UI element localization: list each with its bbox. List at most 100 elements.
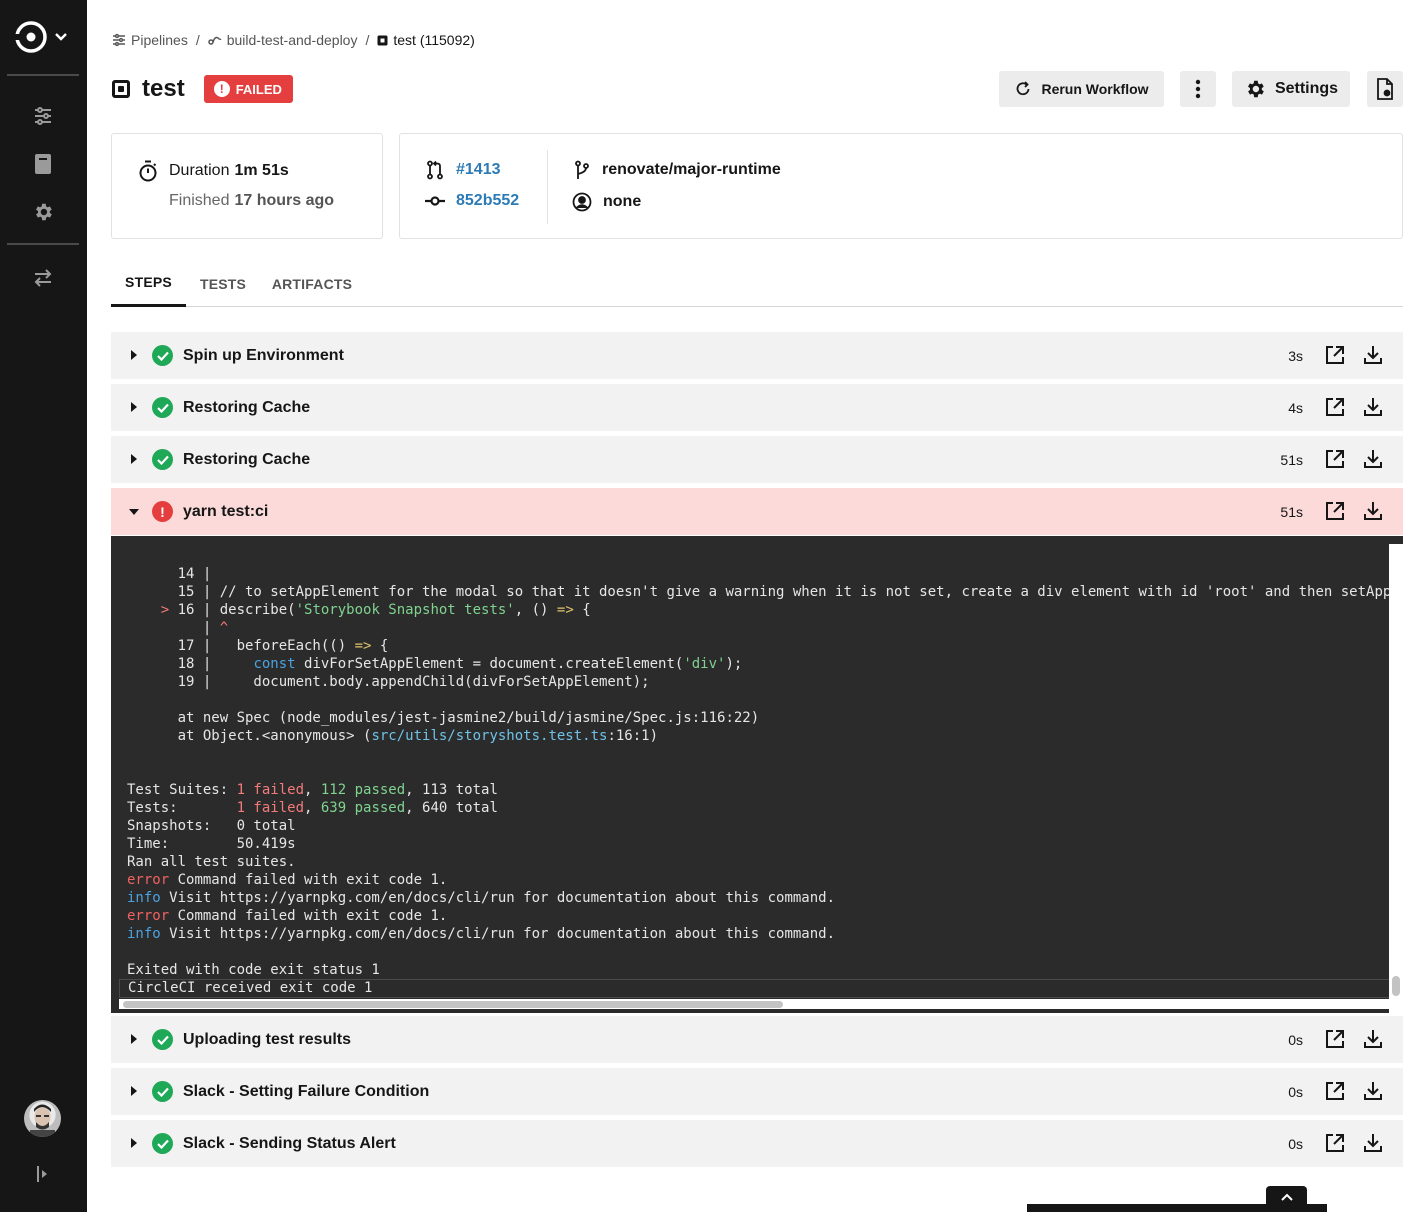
step-duration: 51s	[1280, 503, 1303, 520]
collapse-caret-icon[interactable]	[129, 509, 139, 515]
breadcrumb-separator: /	[365, 32, 370, 48]
tab-artifacts[interactable]: ARTIFACTS	[268, 260, 356, 307]
tab-steps[interactable]: STEPS	[111, 260, 186, 307]
open-in-new-icon[interactable]	[1324, 448, 1346, 470]
step-name: Uploading test results	[183, 1030, 352, 1048]
download-icon[interactable]	[1362, 344, 1384, 366]
author-row: none	[572, 192, 641, 212]
sidebar-divider	[7, 74, 79, 76]
settings-label: Settings	[1274, 80, 1339, 97]
check-circle-icon	[152, 1029, 173, 1050]
alert-icon: !	[213, 81, 230, 97]
log-line: Snapshots: 0 total	[127, 818, 296, 834]
open-in-new-icon[interactable]	[1324, 1080, 1346, 1102]
step-row[interactable]: Slack - Setting Failure Condition 0s	[111, 1068, 1403, 1115]
step-name: yarn test:ci	[183, 502, 269, 520]
duration-card: Duration 1m 51s Finished 17 hours ago	[111, 133, 383, 239]
step-row[interactable]: Spin up Environment 3s	[111, 332, 1403, 379]
horizontal-scrollbar[interactable]	[123, 1001, 783, 1008]
expand-caret-icon[interactable]	[131, 1034, 137, 1044]
pipelines-icon[interactable]	[31, 104, 55, 128]
rerun-workflow-button[interactable]: Rerun Workflow	[999, 71, 1164, 107]
pipelines-icon	[113, 33, 125, 47]
expand-caret-icon[interactable]	[131, 350, 137, 360]
expand-drawer-button[interactable]	[1266, 1186, 1307, 1208]
error-circle-icon: !	[152, 501, 173, 522]
collapse-sidebar-icon[interactable]	[31, 1162, 55, 1186]
breadcrumb-label: Pipelines	[131, 32, 188, 48]
check-circle-icon	[152, 1133, 173, 1154]
more-options-button[interactable]	[1180, 71, 1216, 107]
duration-value: 1m 51s	[234, 162, 289, 179]
settings-icon[interactable]	[31, 200, 55, 224]
branch-name: renovate/major-runtime	[602, 161, 781, 178]
log-line: at Object.<anonymous> (src/utils/storysh…	[127, 728, 659, 744]
expand-caret-icon[interactable]	[131, 402, 137, 412]
vertical-scrollbar[interactable]	[1392, 976, 1400, 996]
step-name: Restoring Cache	[183, 398, 311, 416]
step-name: Restoring Cache	[183, 450, 311, 468]
expand-caret-icon[interactable]	[131, 1086, 137, 1096]
step-duration: 0s	[1288, 1083, 1303, 1100]
pull-request-link[interactable]: #1413	[456, 161, 501, 179]
step-duration: 4s	[1288, 399, 1303, 416]
breadcrumb-workflow[interactable]: build-test-and-deploy	[207, 32, 357, 48]
log-line: Ran all test suites.	[127, 854, 296, 870]
download-icon[interactable]	[1362, 1132, 1384, 1154]
avatar[interactable]	[24, 1100, 61, 1137]
sidebar-divider	[7, 243, 79, 245]
open-in-new-icon[interactable]	[1324, 1132, 1346, 1154]
job-icon	[377, 35, 388, 45]
open-in-new-icon[interactable]	[1324, 396, 1346, 418]
settings-button[interactable]: Settings	[1232, 71, 1350, 107]
download-icon[interactable]	[1362, 448, 1384, 470]
chevron-up-icon	[1280, 1193, 1293, 1201]
insights-icon[interactable]	[31, 152, 55, 176]
finished-label: Finished	[169, 192, 230, 209]
log-line: 17 | beforeEach(() => {	[127, 638, 389, 654]
commit-link[interactable]: 852b552	[456, 192, 519, 210]
step-row[interactable]: Restoring Cache 51s	[111, 436, 1403, 483]
main-content: Pipelines / build-test-and-deploy / test…	[87, 0, 1427, 1212]
expand-caret-icon[interactable]	[131, 454, 137, 464]
download-icon[interactable]	[1362, 1080, 1384, 1102]
download-icon[interactable]	[1362, 396, 1384, 418]
open-in-new-icon[interactable]	[1324, 344, 1346, 366]
file-settings-icon	[1377, 78, 1393, 100]
download-icon[interactable]	[1362, 1028, 1384, 1050]
sidebar	[0, 0, 87, 1212]
workflow-icon	[207, 36, 222, 45]
log-line: error Command failed with exit code 1.	[127, 872, 448, 888]
open-in-new-icon[interactable]	[1324, 1028, 1346, 1050]
pull-request-icon	[427, 160, 443, 180]
download-icon[interactable]	[1362, 500, 1384, 522]
breadcrumb-separator: /	[195, 32, 200, 48]
check-circle-icon	[152, 397, 173, 418]
more-vertical-icon	[1195, 79, 1201, 99]
open-in-new-icon[interactable]	[1324, 500, 1346, 522]
step-row-failed[interactable]: ! yarn test:ci 51s	[111, 488, 1403, 535]
check-circle-icon	[152, 345, 173, 366]
gear-icon	[1247, 80, 1264, 98]
step-row[interactable]: Slack - Sending Status Alert 0s	[111, 1120, 1403, 1167]
breadcrumb-pipelines[interactable]: Pipelines	[112, 32, 188, 48]
step-name: Spin up Environment	[183, 346, 344, 364]
duration-row: Duration 1m 51s	[138, 160, 289, 182]
expand-caret-icon[interactable]	[131, 1138, 137, 1148]
switch-org-icon[interactable]	[31, 266, 55, 290]
log-line: Test Suites: 1 failed, 112 passed, 113 t…	[127, 782, 498, 798]
log-line: 15 | // to setAppElement for the modal s…	[127, 584, 1392, 600]
config-file-button[interactable]	[1367, 71, 1403, 107]
step-duration: 51s	[1280, 451, 1303, 468]
log-status-line: CircleCI received exit code 1	[119, 979, 1391, 998]
breadcrumb-label: test (115092)	[393, 32, 475, 48]
pr-row: #1413	[426, 160, 501, 180]
tab-tests[interactable]: TESTS	[193, 260, 253, 307]
step-row[interactable]: Uploading test results 0s	[111, 1016, 1403, 1063]
page-header: test ! FAILED	[112, 73, 293, 105]
step-row[interactable]: Restoring Cache 4s	[111, 384, 1403, 431]
step-log-output[interactable]: 14 | 15 | // to setAppElement for the mo…	[111, 536, 1403, 1013]
org-switcher[interactable]	[14, 19, 74, 55]
user-icon	[572, 192, 592, 212]
status-badge-label: FAILED	[235, 81, 282, 97]
